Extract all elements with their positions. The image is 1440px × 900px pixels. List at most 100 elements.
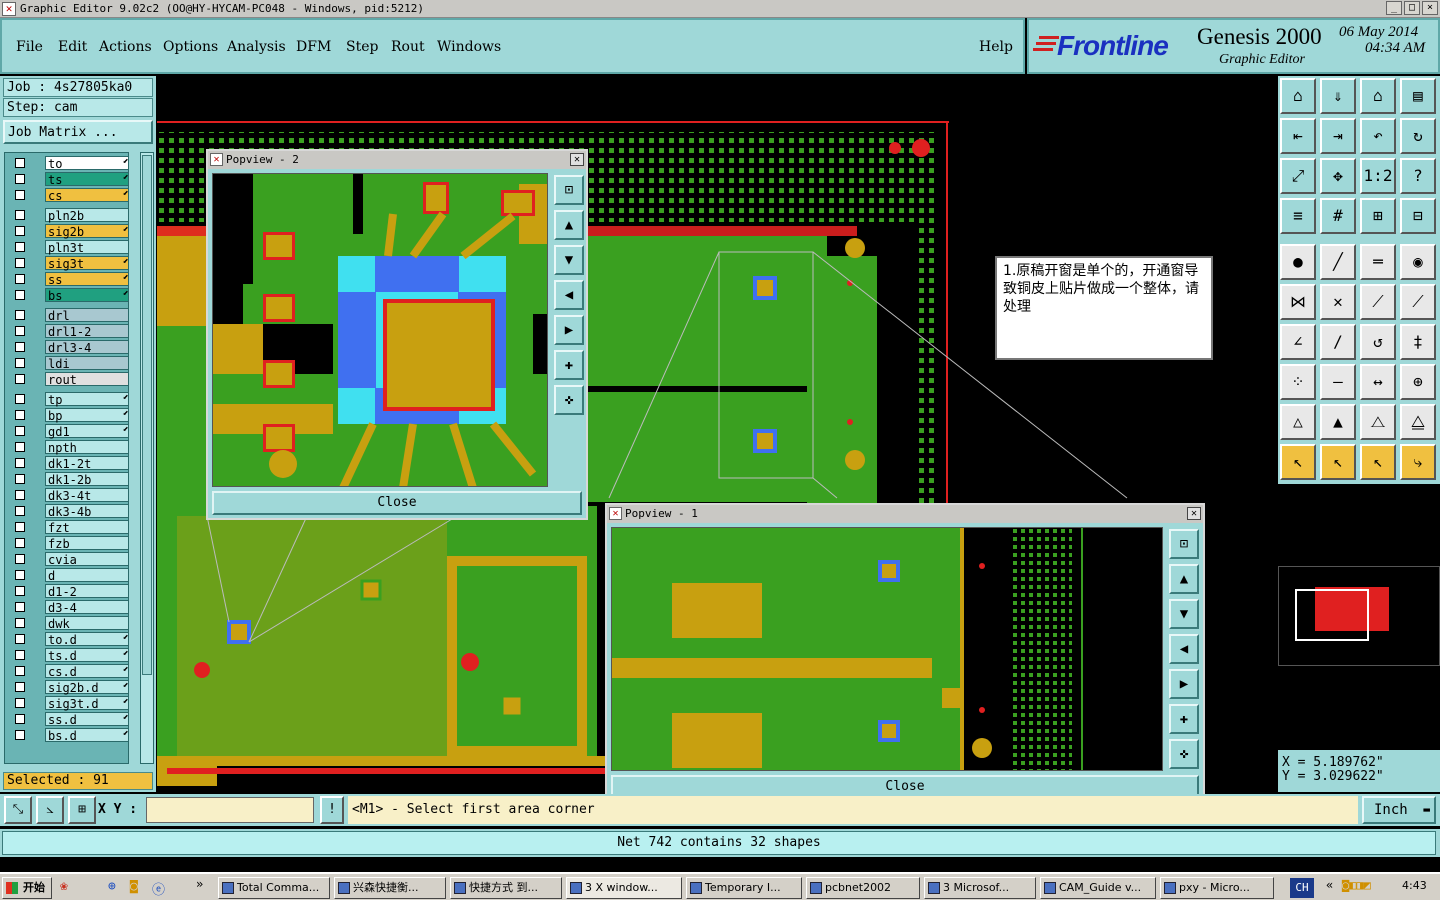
popview-1-zoom-view[interactable] — [611, 527, 1163, 771]
layer-label[interactable]: bs — [45, 288, 129, 303]
zoom-in-icon[interactable]: ✚ — [554, 350, 584, 380]
layer-label[interactable]: dk3-4b — [45, 504, 129, 519]
layer-label[interactable]: dk1-2b — [45, 472, 129, 487]
taskbar-task[interactable]: 3 X window... — [566, 877, 682, 899]
layer-row-pln3t[interactable]: pln3t — [11, 240, 131, 255]
layer-affected-icon[interactable]: ⬋ — [123, 272, 129, 283]
layer-label[interactable]: dk3-4t — [45, 488, 129, 503]
layer-label[interactable]: fzb — [45, 536, 129, 551]
layer-label[interactable]: to.d — [45, 632, 129, 647]
layer-checkbox[interactable] — [15, 442, 25, 452]
layer-checkbox[interactable] — [15, 714, 25, 724]
building-icon[interactable]: ⌂ — [1360, 78, 1396, 114]
job-matrix-button[interactable]: Job Matrix ... — [3, 120, 153, 144]
layer-checkbox[interactable] — [15, 358, 25, 368]
taskbar-task[interactable]: pxy - Micro... — [1160, 877, 1274, 899]
layer-label[interactable]: sig3t — [45, 256, 129, 271]
layer-affected-icon[interactable]: ⬋ — [123, 392, 129, 403]
pan-right-icon[interactable]: ▶ — [554, 315, 584, 345]
layer-checkbox[interactable] — [15, 666, 25, 676]
menu-help[interactable]: Help — [979, 39, 1013, 55]
layer-row-dk1-2t[interactable]: dk1-2t — [11, 456, 131, 471]
layer-row-sig2b[interactable]: sig2b ⬋ — [11, 224, 131, 239]
overview-viewport[interactable] — [1295, 589, 1369, 641]
layer-label[interactable]: sig2b.d — [45, 680, 129, 695]
popview-2-zoom-view[interactable] — [212, 173, 548, 487]
layer-checkbox[interactable] — [15, 326, 25, 336]
grid-icon[interactable]: ⊞ — [68, 796, 96, 824]
layer-affected-icon[interactable]: ⬋ — [123, 172, 129, 183]
refresh-icon[interactable]: ↻ — [1400, 118, 1436, 154]
menu-dfm[interactable]: DFM — [296, 39, 331, 55]
menu-file[interactable]: File — [16, 39, 43, 55]
layer-row-ts[interactable]: ts ⬋ — [11, 172, 131, 187]
layer-row-cvia[interactable]: cvia — [11, 552, 131, 567]
layer-checkbox[interactable] — [15, 570, 25, 580]
route-icon[interactable]: ⤷ — [1400, 444, 1436, 480]
taskbar-task[interactable]: 3 Microsof... — [924, 877, 1036, 899]
triangle4-icon[interactable]: ⧋ — [1400, 404, 1436, 440]
layer-checkbox[interactable] — [15, 290, 25, 300]
layer-checkbox[interactable] — [15, 538, 25, 548]
layer-row-dwk[interactable]: dwk — [11, 616, 131, 631]
layer-affected-icon[interactable]: ⬋ — [123, 680, 129, 691]
layer-label[interactable]: to — [45, 156, 129, 171]
layer-row-ss.d[interactable]: ss.d ⬋ — [11, 712, 131, 727]
connect-icon[interactable]: ⋈ — [1280, 284, 1316, 320]
layer-row-tp[interactable]: tp ⬋ — [11, 392, 131, 407]
layer-scrollbar[interactable] — [140, 152, 154, 764]
more-icon[interactable]: » — [196, 877, 203, 891]
layer-label[interactable]: sig3t.d — [45, 696, 129, 711]
layer-row-ldi[interactable]: ldi — [11, 356, 131, 371]
multi-icon[interactable]: ⊕ — [1400, 364, 1436, 400]
layer-checkbox[interactable] — [15, 190, 25, 200]
zoom-fit-icon[interactable]: ⊡ — [554, 175, 584, 205]
pan-up-icon[interactable]: ▲ — [554, 210, 584, 240]
layer-label[interactable]: pln2b — [45, 208, 129, 223]
layer-row-d3-4[interactable]: d3-4 — [11, 600, 131, 615]
layer-label[interactable]: d1-2 — [45, 584, 129, 599]
minus-icon[interactable]: — — [1320, 364, 1356, 400]
pointer-icon[interactable]: ↖ — [1280, 444, 1316, 480]
layer-label[interactable]: rout — [45, 372, 129, 387]
layer-label[interactable]: cs.d — [45, 664, 129, 679]
cross-icon[interactable]: ✕ — [1320, 284, 1356, 320]
layer-label[interactable]: ss.d — [45, 712, 129, 727]
layer-affected-icon[interactable]: ⬋ — [123, 712, 129, 723]
layer-affected-icon[interactable]: ⬋ — [123, 696, 129, 707]
layer-checkbox[interactable] — [15, 586, 25, 596]
layer-label[interactable]: bs.d — [45, 728, 129, 743]
maximize-button[interactable]: □ — [1404, 1, 1420, 15]
layer-checkbox[interactable] — [15, 698, 25, 708]
folder-icon[interactable]: ◙ — [130, 879, 138, 894]
layer-label[interactable]: fzt — [45, 520, 129, 535]
layer-affected-icon[interactable]: ⬋ — [123, 632, 129, 643]
center-icon[interactable]: ✥ — [1320, 158, 1356, 194]
scale-icon[interactable]: 1:2 — [1360, 158, 1396, 194]
fit-icon[interactable]: ⤢ — [1280, 158, 1316, 194]
layer-label[interactable]: sig2b — [45, 224, 129, 239]
pan-right-icon[interactable]: ▶ — [1169, 669, 1199, 699]
layout-icon[interactable]: ▤ — [1400, 78, 1436, 114]
layer-checkbox[interactable] — [15, 522, 25, 532]
alert-icon[interactable]: ! — [320, 796, 344, 824]
start-button[interactable]: 开始 — [2, 877, 52, 899]
close-window-button[interactable]: × — [1422, 1, 1438, 15]
taskbar-task[interactable]: CAM_Guide v... — [1040, 877, 1156, 899]
line-icon[interactable]: ╱ — [1320, 244, 1356, 280]
layer-row-bs[interactable]: bs ⬋ — [11, 288, 131, 303]
units-dropdown[interactable]: Inch ▬ — [1362, 796, 1436, 824]
layer-row-fzt[interactable]: fzt — [11, 520, 131, 535]
pan-left-icon[interactable]: ◀ — [1169, 634, 1199, 664]
layer-row-cs.d[interactable]: cs.d ⬋ — [11, 664, 131, 679]
popview-2-close-icon[interactable]: ✕ — [570, 153, 584, 166]
layer-label[interactable]: pln3t — [45, 240, 129, 255]
arc-icon[interactable]: ↺ — [1360, 324, 1396, 360]
pan-left-icon[interactable]: ◀ — [554, 280, 584, 310]
layer-checkbox[interactable] — [15, 242, 25, 252]
snap-icon[interactable]: ⤡ — [4, 796, 32, 824]
menu-windows[interactable]: Windows — [437, 39, 501, 55]
layer-label[interactable]: d — [45, 568, 129, 583]
layer-row-rout[interactable]: rout — [11, 372, 131, 387]
layer-checkbox[interactable] — [15, 730, 25, 740]
